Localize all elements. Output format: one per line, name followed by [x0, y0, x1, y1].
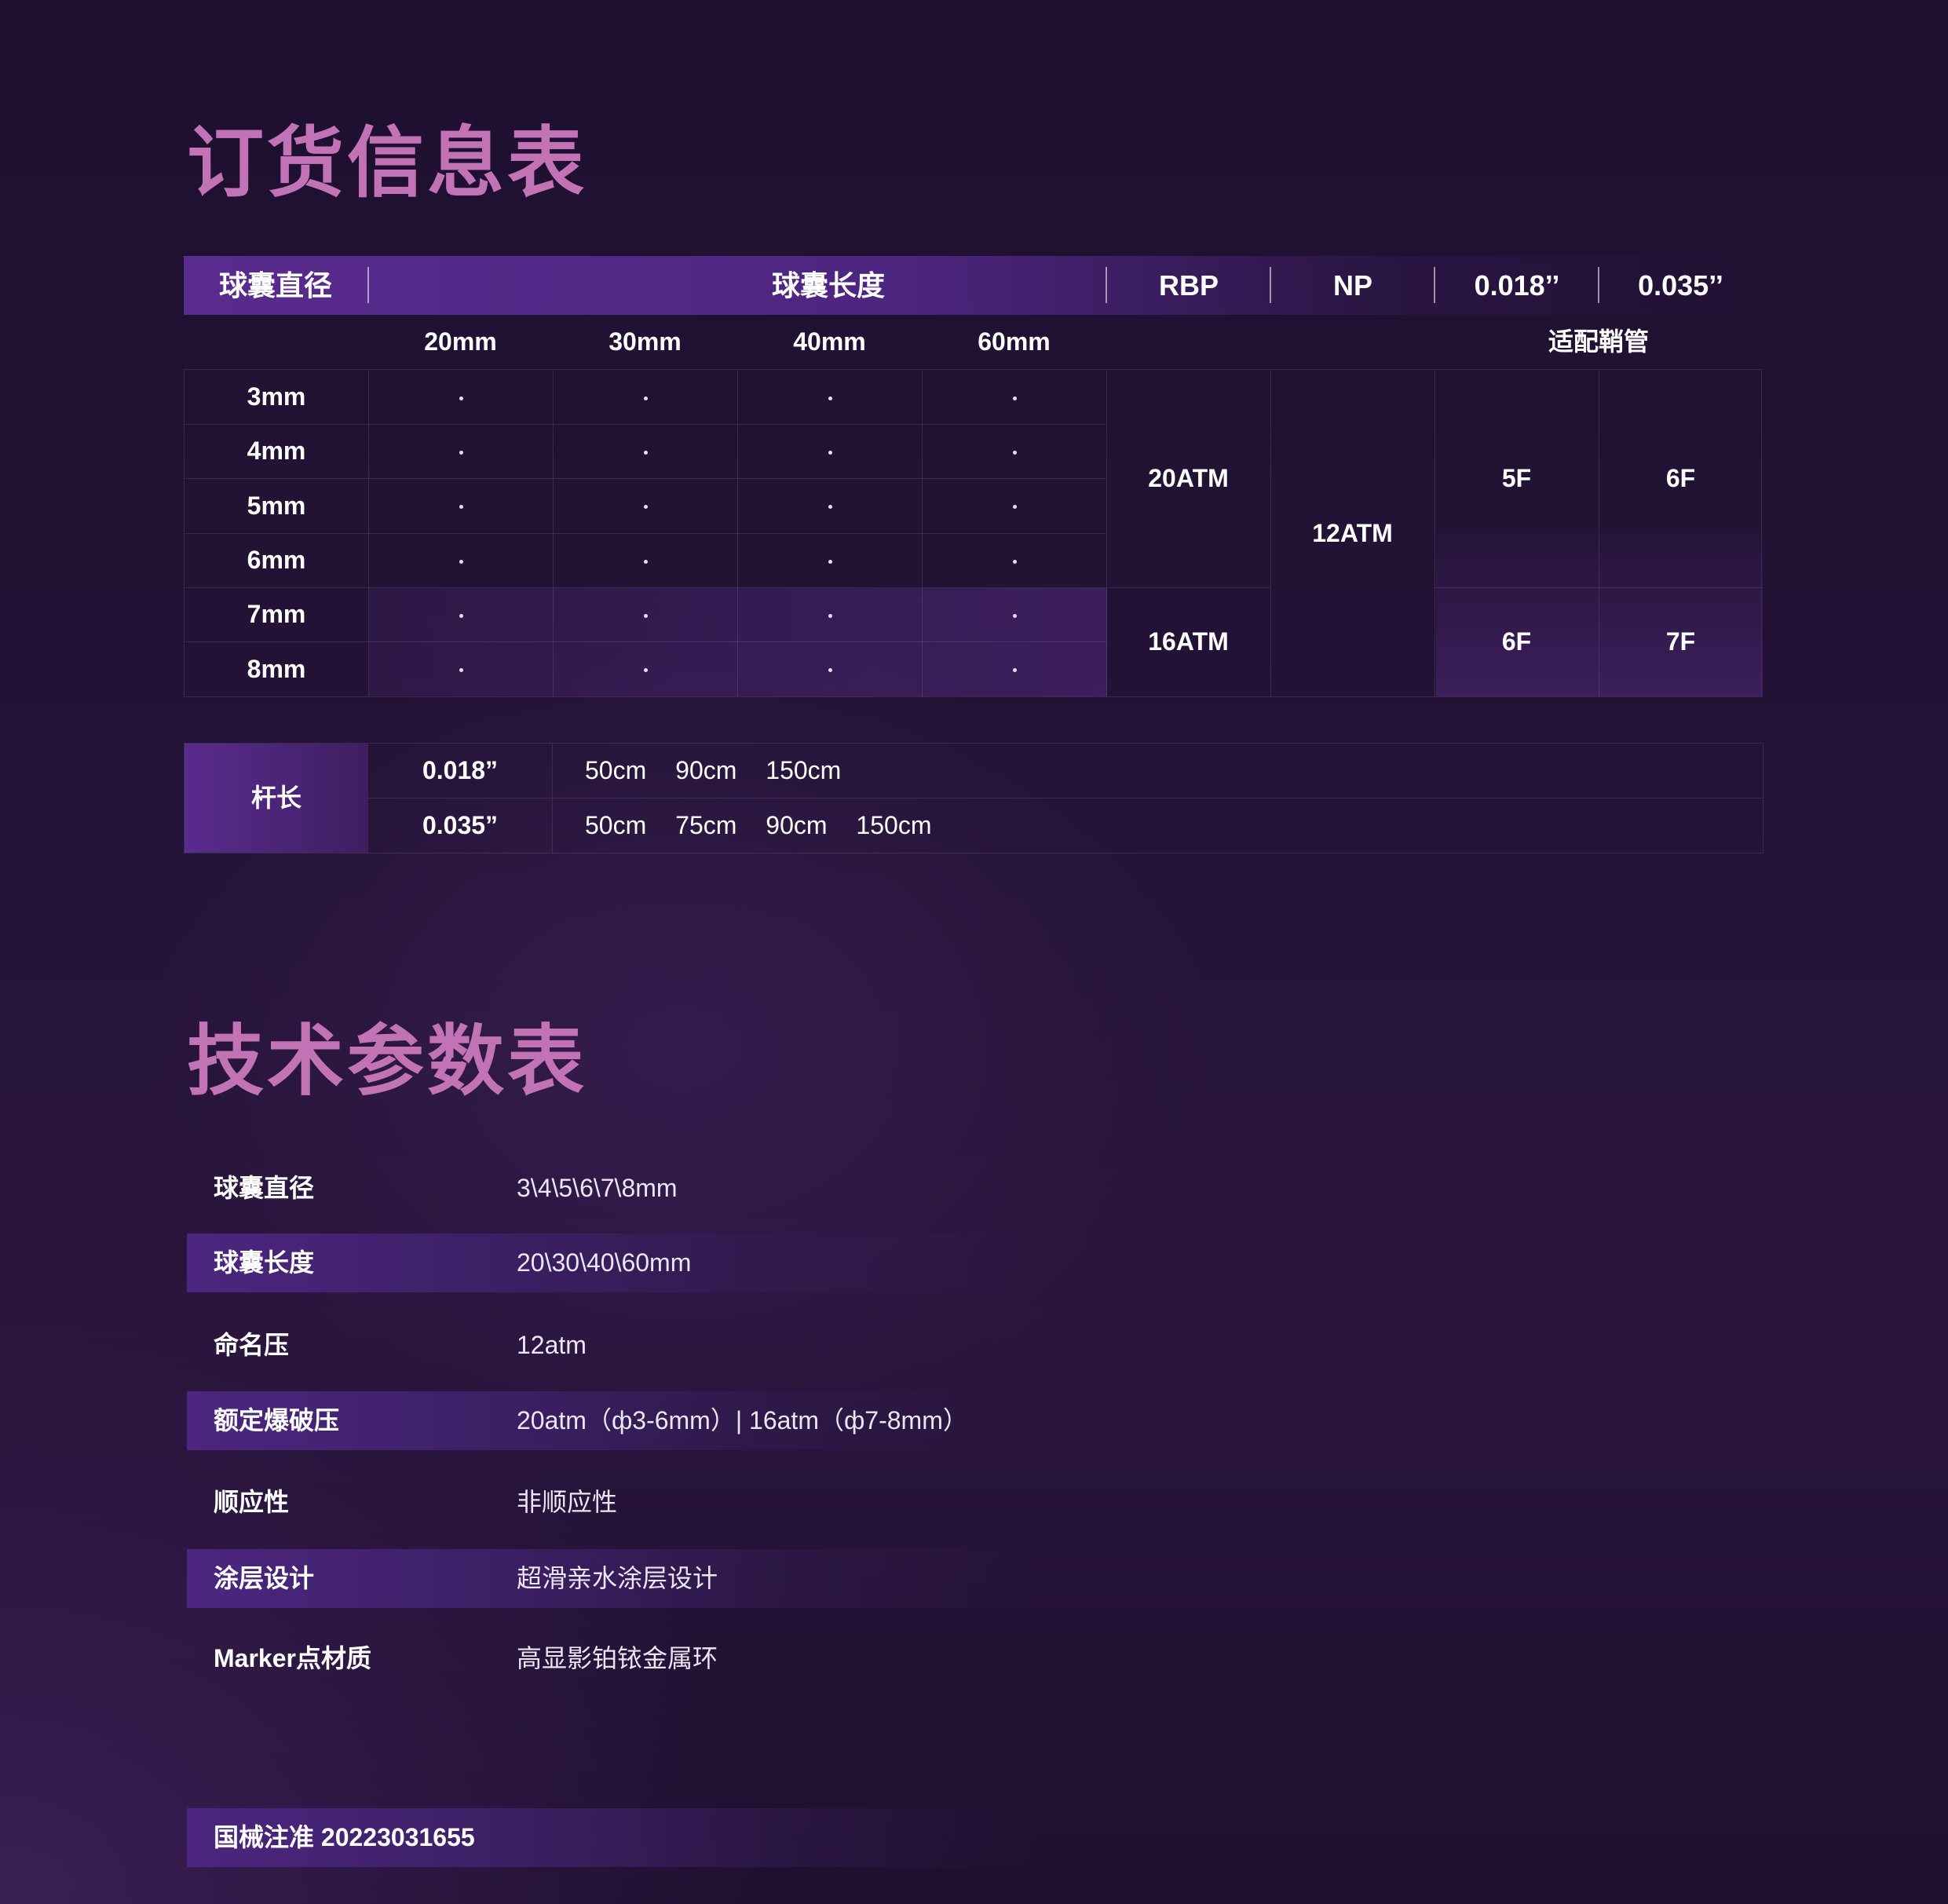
availability-dot: [1013, 614, 1017, 618]
rbp-20atm: 20ATM: [1148, 464, 1229, 492]
shaft-value: 90cm: [675, 756, 737, 784]
availability-dot: [644, 396, 648, 400]
param-row-coating: 涂层设计 超滑亲水涂层设计: [187, 1549, 1035, 1608]
diameter-8mm: 8mm: [247, 655, 306, 683]
availability-dot: [828, 614, 832, 618]
tech-params-title: 技术参数表: [187, 1018, 588, 1104]
length-col-60: 60mm: [978, 327, 1051, 356]
param-key: 顺应性: [214, 1488, 290, 1516]
param-value: 12atm: [517, 1331, 587, 1359]
shaft-value: 50cm: [585, 811, 647, 839]
order-table-subheader: 20mm 30mm 40mm 60mm 适配鞘管: [184, 315, 1762, 369]
order-info-table: 球囊直径 球囊长度 RBP NP 0.018’’ 0.035’’ 20mm 30…: [184, 256, 1763, 697]
shaft-row-035: 0.035” 50cm 75cm 90cm 150cm: [368, 799, 1763, 853]
np-12atm: 12ATM: [1312, 519, 1393, 547]
diameter-3mm: 3mm: [247, 382, 306, 411]
availability-dot: [459, 451, 463, 455]
availability-dot: [828, 559, 832, 564]
availability-dot: [644, 451, 648, 455]
row-highlight: [369, 588, 1107, 696]
sheath-018-upper: 5F: [1501, 464, 1532, 492]
availability-dot: [644, 559, 648, 564]
param-value: 3\4\5\6\7\8mm: [517, 1174, 678, 1202]
header-guidewire-035: 0.035’’: [1638, 269, 1723, 301]
diameter-5mm: 5mm: [247, 492, 306, 520]
shaft-row-018: 0.018” 50cm 90cm 150cm: [368, 744, 1763, 799]
param-row-burst-pressure: 额定爆破压 20atm（ф3-6mm）| 16atm（ф7-8mm）: [187, 1391, 1035, 1450]
shaft-length-label: 杆长: [185, 744, 368, 853]
param-key: 命名压: [214, 1331, 290, 1359]
availability-dot: [1013, 505, 1017, 510]
shaft-value: 150cm: [766, 756, 842, 784]
availability-dot: [459, 396, 463, 400]
param-row-length: 球囊长度 20\30\40\60mm: [187, 1233, 1035, 1292]
header-rbp: RBP: [1158, 269, 1219, 301]
param-key: 球囊直径: [214, 1174, 315, 1202]
registration-text: 国械注准 20223031655: [214, 1823, 475, 1851]
availability-dot: [459, 505, 463, 510]
length-col-40: 40mm: [793, 327, 866, 356]
shaft-value: 150cm: [856, 811, 932, 839]
sheath-035-lower: 7F: [1665, 627, 1696, 656]
order-table-header: 球囊直径 球囊长度 RBP NP 0.018’’ 0.035’’: [184, 256, 1762, 315]
param-value: 20\30\40\60mm: [517, 1248, 692, 1277]
availability-dot: [1013, 451, 1017, 455]
shaft-value: 50cm: [585, 756, 647, 784]
shaft-values: 50cm 90cm 150cm: [554, 744, 863, 798]
order-info-title: 订货信息表: [187, 119, 588, 206]
availability-dot: [828, 451, 832, 455]
header-guidewire-018: 0.018’’: [1474, 269, 1560, 301]
sheath-035-upper: 6F: [1665, 464, 1696, 492]
length-col-30: 30mm: [609, 327, 682, 356]
diameter-7mm: 7mm: [247, 600, 306, 628]
param-value: 20atm（ф3-6mm）| 16atm（ф7-8mm）: [517, 1406, 968, 1434]
availability-dot: [459, 559, 463, 564]
param-key: Marker点材质: [214, 1644, 371, 1672]
param-row-diameter: 球囊直径 3\4\5\6\7\8mm: [187, 1159, 1035, 1218]
sheath-018-lower: 6F: [1501, 627, 1532, 656]
registration-number: 国械注准 20223031655: [187, 1808, 1035, 1867]
availability-dot: [644, 614, 648, 618]
param-row-nominal-pressure: 命名压 12atm: [187, 1316, 1035, 1375]
diameter-4mm: 4mm: [247, 437, 306, 465]
shaft-values: 50cm 75cm 90cm 150cm: [554, 799, 953, 853]
length-col-20: 20mm: [424, 327, 497, 356]
param-row-compliance: 顺应性 非顺应性: [187, 1473, 1035, 1532]
param-value: 超滑亲水涂层设计: [517, 1564, 718, 1592]
param-row-marker: Marker点材质 高显影铂铱金属环: [187, 1629, 1035, 1688]
header-np: NP: [1332, 269, 1372, 301]
availability-dot: [459, 614, 463, 618]
header-diameter: 球囊直径: [218, 269, 332, 301]
param-key: 球囊长度: [214, 1248, 315, 1277]
shaft-value: 90cm: [766, 811, 828, 839]
availability-dot: [644, 505, 648, 510]
param-key: 额定爆破压: [214, 1406, 340, 1434]
order-table-grid: 3mm 4mm 5mm 6mm 7mm 8mm 20ATM 16ATM 12AT…: [184, 369, 1763, 697]
param-key: 涂层设计: [214, 1564, 315, 1592]
sheath-label: 适配鞘管: [1548, 327, 1649, 356]
param-value: 非顺应性: [517, 1488, 618, 1516]
rbp-16atm: 16ATM: [1148, 627, 1229, 656]
availability-dot: [1013, 396, 1017, 400]
availability-dot: [828, 505, 832, 510]
availability-dot: [828, 396, 832, 400]
diameter-6mm: 6mm: [247, 546, 306, 574]
shaft-length-table: 杆长 0.018” 50cm 90cm 150cm 0.035” 50cm 75…: [184, 743, 1763, 853]
shaft-value: 75cm: [675, 811, 737, 839]
param-value: 高显影铂铱金属环: [517, 1644, 718, 1672]
shaft-guidewire: 0.035”: [368, 799, 553, 853]
availability-dot: [1013, 559, 1017, 564]
shaft-guidewire: 0.018”: [368, 744, 553, 798]
